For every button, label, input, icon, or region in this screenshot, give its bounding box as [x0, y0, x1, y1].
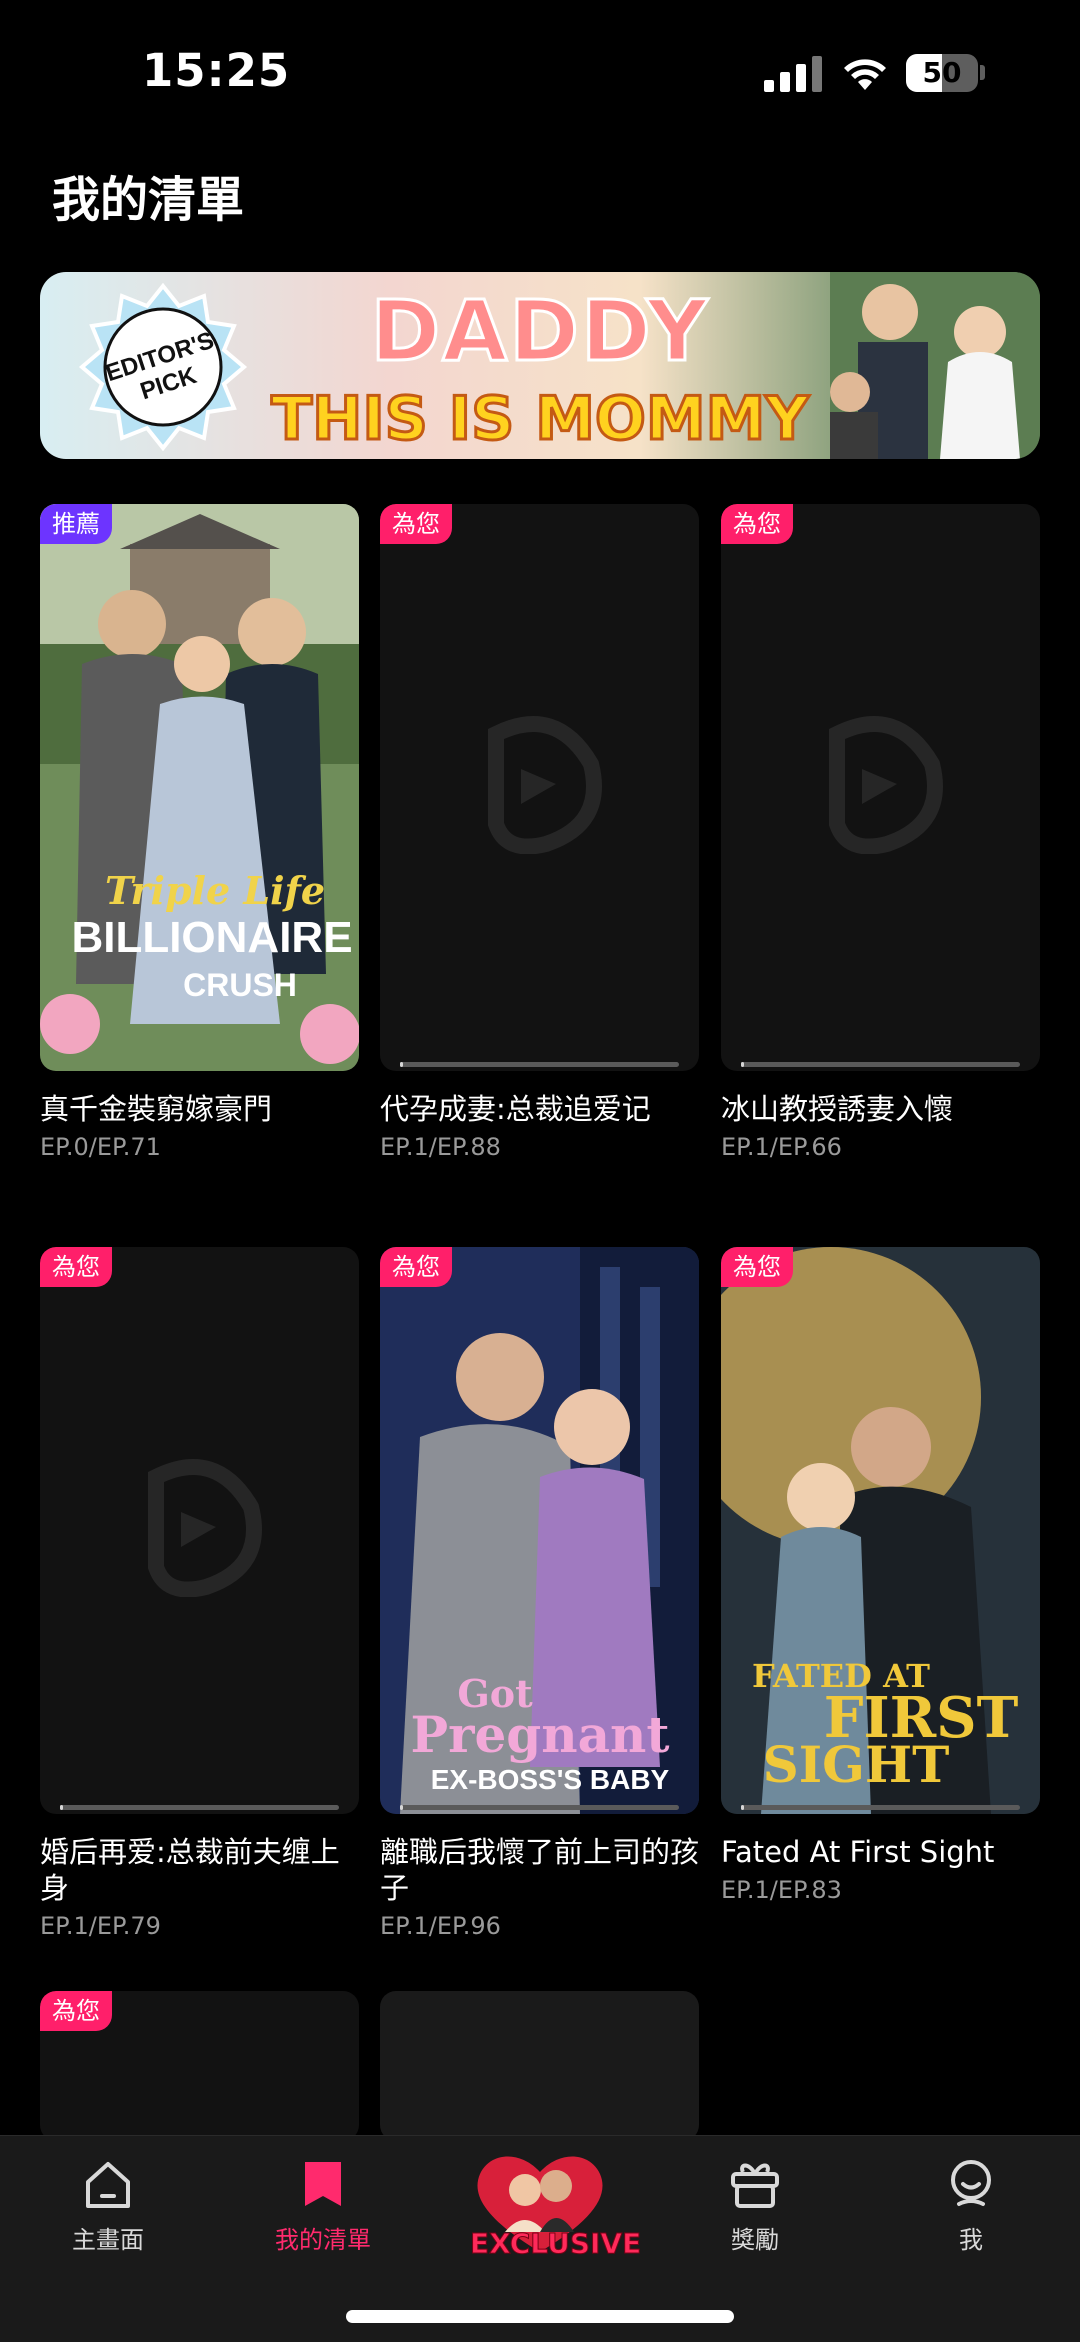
tab-rewards[interactable]: 獎勵 — [675, 2154, 835, 2255]
drama-card[interactable]: Got Pregnant EX-BOSS'S BABY 為您 離職后我懷了前上司… — [380, 1247, 699, 1940]
card-episodes: EP.1/EP.79 — [40, 1912, 161, 1940]
poster-title-line3: CRUSH — [183, 967, 297, 1003]
placeholder-logo-icon — [829, 716, 943, 854]
recommended-tag: 推薦 — [40, 504, 112, 544]
card-title: 代孕成妻:总裁追爱记 — [380, 1092, 651, 1126]
drama-poster[interactable]: 為您 — [380, 504, 699, 1071]
for-you-tag: 為您 — [40, 1991, 112, 2031]
banner-couple-image — [830, 272, 1040, 459]
poster-title-line2: BILLIONAIRE — [71, 913, 352, 962]
tab-me-label: 我 — [959, 2226, 983, 2254]
card-title: 婚后再爱:总裁前夫缠上身 — [40, 1835, 340, 1905]
drama-card[interactable] — [380, 1991, 699, 2141]
card-title: 真千金裝窮嫁豪門 — [40, 1092, 273, 1126]
home-indicator[interactable] — [346, 2310, 734, 2323]
tab-my-list[interactable]: 我的清單 — [243, 2154, 403, 2255]
drama-card[interactable]: 為您 冰山教授誘妻入懷 EP.1/EP.66 — [721, 504, 1040, 1161]
profile-icon — [951, 2160, 991, 2206]
tab-exclusive-label: EXCLUSIVE — [470, 2227, 642, 2261]
drama-card[interactable]: Triple Life BILLIONAIRE CRUSH 推薦 真千金裝窮嫁豪… — [40, 504, 359, 1161]
drama-poster[interactable]: Triple Life BILLIONAIRE CRUSH 推薦 — [40, 504, 359, 1071]
tab-my-list-label: 我的清單 — [275, 2226, 371, 2254]
watch-progress-bar — [400, 1805, 679, 1810]
drama-poster[interactable]: FATED AT FIRST SIGHT 為您 — [721, 1247, 1040, 1814]
for-you-tag: 為您 — [721, 504, 793, 544]
drama-poster[interactable]: 為您 — [40, 1247, 359, 1814]
status-bar: 15:25 50 — [0, 0, 1080, 140]
watch-progress-bar — [741, 1805, 1020, 1810]
battery-tip — [980, 65, 985, 80]
card-title: Fated At First Sight — [721, 1835, 995, 1869]
battery-icon: 50 — [906, 54, 978, 92]
drama-card[interactable]: 為您 婚后再爱:总裁前夫缠上身 EP.1/EP.79 — [40, 1247, 359, 1940]
status-time: 15:25 — [142, 44, 291, 97]
placeholder-logo-icon — [148, 1459, 262, 1597]
gift-icon — [731, 2163, 779, 2208]
for-you-tag: 為您 — [40, 1247, 112, 1287]
card-title: 冰山教授誘妻入懷 — [721, 1092, 954, 1126]
tab-rewards-label: 獎勵 — [731, 2226, 779, 2254]
poster-title-line2: Pregnant — [411, 1705, 670, 1764]
poster-title-line1: Triple Life — [105, 868, 325, 913]
cellular-signal-icon — [764, 56, 822, 92]
bookmark-icon — [305, 2162, 341, 2206]
watch-progress-bar — [60, 1805, 339, 1810]
drama-poster[interactable] — [380, 1991, 699, 2141]
tab-exclusive[interactable]: EXCLUSIVE — [470, 2142, 642, 2262]
card-episodes: EP.1/EP.83 — [721, 1876, 842, 1904]
home-icon — [86, 2162, 130, 2208]
poster-title-line3: SIGHT — [763, 1735, 950, 1794]
drama-card[interactable]: 為您 代孕成妻:总裁追爱记 EP.1/EP.88 — [380, 504, 699, 1161]
drama-card[interactable]: 為您 — [40, 1991, 359, 2141]
for-you-tag: 為您 — [721, 1247, 793, 1287]
tab-home-label: 主畫面 — [72, 2226, 144, 2254]
card-title: 離職后我懷了前上司的孩子 — [380, 1835, 700, 1905]
card-episodes: EP.1/EP.88 — [380, 1133, 501, 1161]
card-episodes: EP.1/EP.96 — [380, 1912, 501, 1940]
placeholder-logo-icon — [488, 716, 602, 854]
battery-percentage: 50 — [922, 56, 962, 89]
for-you-tag: 為您 — [380, 1247, 452, 1287]
poster-artwork: FATED AT FIRST SIGHT — [721, 1247, 1040, 1814]
tab-me[interactable]: 我 — [891, 2154, 1051, 2255]
watch-progress-bar — [741, 1062, 1020, 1067]
poster-artwork: Got Pregnant EX-BOSS'S BABY — [380, 1247, 699, 1814]
poster-title-line3: EX-BOSS'S BABY — [431, 1764, 670, 1795]
card-episodes: EP.1/EP.66 — [721, 1133, 842, 1161]
wifi-icon — [844, 59, 886, 90]
page-title: 我的清單 — [52, 172, 245, 228]
tab-home[interactable]: 主畫面 — [28, 2154, 188, 2255]
poster-artwork: Triple Life BILLIONAIRE CRUSH — [40, 504, 359, 1071]
watch-progress-bar — [400, 1062, 679, 1067]
drama-card[interactable]: FATED AT FIRST SIGHT 為您 Fated At First S… — [721, 1247, 1040, 1904]
drama-poster[interactable]: Got Pregnant EX-BOSS'S BABY 為您 — [380, 1247, 699, 1814]
card-episodes: EP.0/EP.71 — [40, 1133, 161, 1161]
for-you-tag: 為您 — [380, 504, 452, 544]
drama-poster[interactable]: 為您 — [721, 504, 1040, 1071]
drama-poster[interactable]: 為您 — [40, 1991, 359, 2141]
editors-pick-banner[interactable]: EDITOR'S PICK DADDY THIS IS MOMMY — [40, 272, 1040, 459]
